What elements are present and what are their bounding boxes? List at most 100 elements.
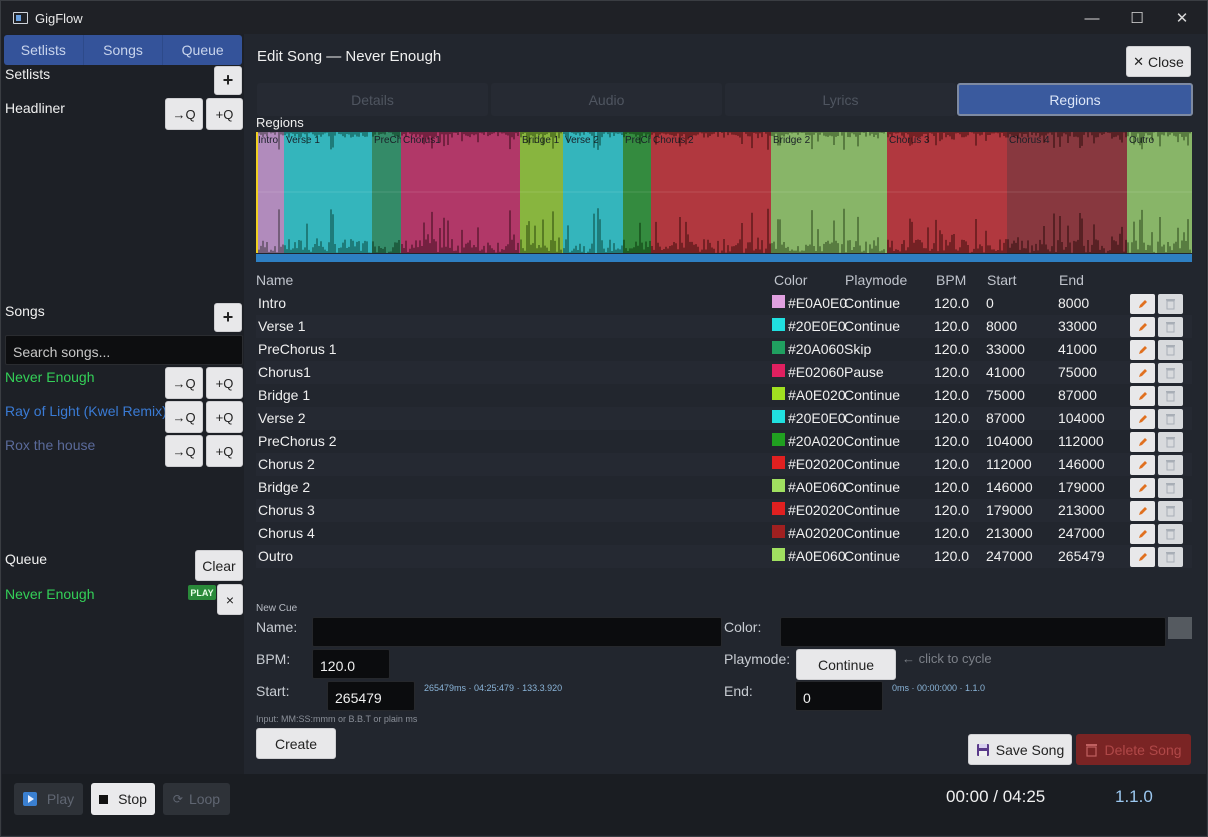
trash-icon <box>1166 368 1175 379</box>
songs-heading: Songs <box>5 303 45 319</box>
minimize-button[interactable]: — <box>1069 1 1115 35</box>
delete-song-button[interactable]: Delete Song <box>1076 734 1191 765</box>
setlist-add-to-queue-button[interactable]: +Q <box>206 98 243 130</box>
tab-audio[interactable]: Audio <box>491 83 722 116</box>
tab-songs[interactable]: Songs <box>84 35 164 65</box>
edit-region-button[interactable] <box>1130 547 1155 567</box>
song-send-to-queue-button[interactable]: →Q <box>165 367 203 399</box>
remove-queue-item-button[interactable]: × <box>217 584 243 615</box>
edit-region-button[interactable] <box>1130 317 1155 337</box>
color-preview-swatch[interactable] <box>1168 617 1192 639</box>
region-bpm: 120.0 <box>934 364 970 380</box>
edit-region-button[interactable] <box>1130 432 1155 452</box>
region-row[interactable]: Verse 2 #20E0E0 Continue 120.0 87000 104000 <box>256 407 1192 430</box>
delete-region-button[interactable] <box>1158 409 1183 429</box>
close-window-button[interactable]: ✕ <box>1159 1 1205 35</box>
edit-region-button[interactable] <box>1130 294 1155 314</box>
song-item-rox-the-house[interactable]: Rox the house <box>5 437 95 453</box>
region-end: 247000 <box>1058 525 1105 541</box>
tab-details[interactable]: Details <box>257 83 488 116</box>
delete-region-button[interactable] <box>1158 294 1183 314</box>
tab-regions[interactable]: Regions <box>957 83 1193 116</box>
song-item-never-enough[interactable]: Never Enough <box>5 369 95 385</box>
create-cue-button[interactable]: Create <box>256 728 336 759</box>
tab-queue[interactable]: Queue <box>163 35 242 65</box>
cue-end-input[interactable]: 0 <box>795 681 883 711</box>
song-send-to-queue-button[interactable]: →Q <box>165 435 203 467</box>
edit-region-button[interactable] <box>1130 478 1155 498</box>
cue-bpm-input[interactable]: 120.0 <box>312 649 390 679</box>
waveform-region-view[interactable]: IntroVerse 1PreChorus 1Chorus1Bridge 1Ve… <box>256 132 1192 253</box>
edit-region-button[interactable] <box>1130 386 1155 406</box>
region-color-hex: #E02060 <box>788 364 845 380</box>
edit-region-button[interactable] <box>1130 455 1155 475</box>
edit-region-button[interactable] <box>1130 501 1155 521</box>
cue-color-input[interactable] <box>780 617 1166 647</box>
cue-name-input[interactable] <box>312 617 722 647</box>
region-start: 75000 <box>986 387 1025 403</box>
delete-region-button[interactable] <box>1158 386 1183 406</box>
region-playmode: Continue <box>844 479 901 495</box>
play-button[interactable]: Play <box>14 783 83 815</box>
song-item-ray-of-light[interactable]: Ray of Light (Kwel Remix) <box>5 403 167 419</box>
setlist-send-to-queue-button[interactable]: →Q <box>165 98 203 130</box>
region-name: Verse 2 <box>258 410 306 426</box>
tab-setlists[interactable]: Setlists <box>4 35 84 65</box>
trash-icon <box>1166 345 1175 356</box>
region-row[interactable]: Chorus 2 #E02020 Continue 120.0 112000 146000 <box>256 453 1192 476</box>
save-song-button[interactable]: Save Song <box>968 734 1072 765</box>
song-add-to-queue-button[interactable]: +Q <box>206 367 243 399</box>
region-row[interactable]: Chorus 3 #E02020 Continue 120.0 179000 213000 <box>256 499 1192 522</box>
region-row[interactable]: Bridge 2 #A0E060 Continue 120.0 146000 179000 <box>256 476 1192 499</box>
song-add-to-queue-button[interactable]: +Q <box>206 401 243 433</box>
queue-item-never-enough[interactable]: Never Enough <box>5 586 95 602</box>
loop-button[interactable]: ⟳ Loop <box>163 783 230 815</box>
cue-playmode-button[interactable]: Continue <box>796 649 896 680</box>
edit-region-button[interactable] <box>1130 409 1155 429</box>
add-setlist-button[interactable]: + <box>214 66 242 95</box>
pencil-icon <box>1138 369 1147 377</box>
cue-start-input[interactable]: 265479 <box>327 681 415 711</box>
waveform-scrollbar[interactable] <box>256 254 1192 262</box>
region-row[interactable]: Chorus 4 #A02020 Continue 120.0 213000 247000 <box>256 522 1192 545</box>
delete-region-button[interactable] <box>1158 432 1183 452</box>
region-row[interactable]: Outro #A0E060 Continue 120.0 247000 265479 <box>256 545 1192 568</box>
delete-region-button[interactable] <box>1158 363 1183 383</box>
song-search-input[interactable]: Search songs... <box>5 335 243 365</box>
new-cue-title: New Cue <box>256 603 298 614</box>
delete-region-button[interactable] <box>1158 317 1183 337</box>
maximize-button[interactable]: ☐ <box>1114 1 1160 35</box>
region-row[interactable]: Chorus1 #E02060 Pause 120.0 41000 75000 <box>256 361 1192 384</box>
region-row[interactable]: Verse 1 #20E0E0 Continue 120.0 8000 33000 <box>256 315 1192 338</box>
delete-region-button[interactable] <box>1158 455 1183 475</box>
region-playmode: Continue <box>844 410 901 426</box>
edit-region-button[interactable] <box>1130 524 1155 544</box>
add-song-button[interactable]: + <box>214 303 242 332</box>
trash-icon <box>1166 552 1175 563</box>
delete-region-button[interactable] <box>1158 340 1183 360</box>
region-start: 8000 <box>986 318 1018 334</box>
song-add-to-queue-button[interactable]: +Q <box>206 435 243 467</box>
edit-region-button[interactable] <box>1130 340 1155 360</box>
tab-lyrics[interactable]: Lyrics <box>725 83 956 116</box>
region-name: Chorus 3 <box>258 502 315 518</box>
delete-region-button[interactable] <box>1158 524 1183 544</box>
region-start: 247000 <box>986 548 1033 564</box>
song-send-to-queue-button[interactable]: →Q <box>165 401 203 433</box>
stop-button[interactable]: Stop <box>91 783 155 815</box>
setlist-item-headliner[interactable]: Headliner <box>5 100 65 116</box>
delete-region-button[interactable] <box>1158 547 1183 567</box>
region-row[interactable]: PreChorus 2 #20A020 Continue 120.0 104000 112… <box>256 430 1192 453</box>
delete-region-button[interactable] <box>1158 501 1183 521</box>
clear-queue-button[interactable]: Clear <box>195 550 243 581</box>
region-row[interactable]: Bridge 1 #A0E020 Continue 120.0 75000 87000 <box>256 384 1192 407</box>
region-color-swatch <box>772 433 785 446</box>
region-name: PreChorus 2 <box>258 433 337 449</box>
region-row[interactable]: PreChorus 1 #20A060 Skip 120.0 33000 41000 <box>256 338 1192 361</box>
region-color-hex: #E02020 <box>788 456 845 472</box>
close-editor-button[interactable]: ✕ Close <box>1126 46 1191 77</box>
edit-region-button[interactable] <box>1130 363 1155 383</box>
region-end: 112000 <box>1058 433 1104 449</box>
region-row[interactable]: Intro #E0A0E0 Continue 120.0 0 8000 <box>256 292 1192 315</box>
delete-region-button[interactable] <box>1158 478 1183 498</box>
